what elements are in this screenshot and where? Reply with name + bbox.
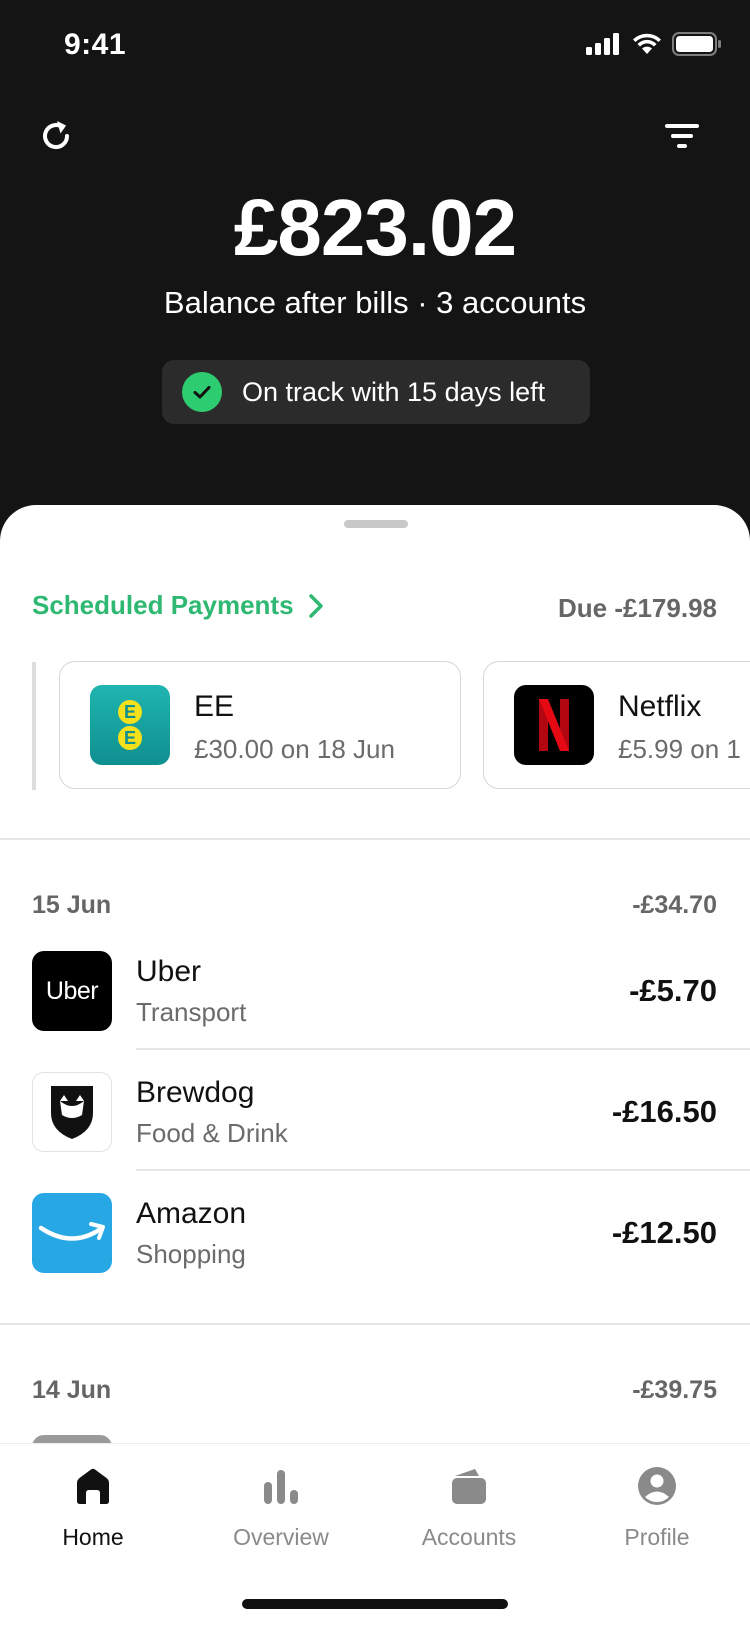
tab-overview[interactable]: Overview [191,1462,371,1551]
home-icon [77,1468,109,1504]
tab-label: Accounts [421,1524,517,1550]
row-separator [136,1169,750,1171]
sheet-drag-handle[interactable] [344,520,408,528]
card-detail: £30.00 on 18 Jun [194,734,395,764]
status-pill-text: On track with 15 days left [242,376,546,407]
status-pill: On track with 15 days left [162,360,590,424]
scheduled-card-netflix[interactable]: Netflix £5.99 on 1 [483,661,750,789]
card-name: EE [194,690,235,723]
card-name: Netflix [618,690,702,723]
transaction-row-uber[interactable]: Uber Uber Transport -£5.70 [0,951,750,1071]
battery-icon [672,32,721,56]
status-time: 9:41 [64,28,127,61]
check-circle-icon [182,372,222,412]
balance-amount: £823.02 [233,183,517,272]
tab-profile[interactable]: Profile [567,1462,747,1551]
scheduled-card-ee[interactable]: E E EE £30.00 on 18 Jun [59,661,461,789]
amazon-logo-icon [32,1193,112,1273]
filter-button[interactable] [658,112,706,160]
status-bar: 9:41 [0,0,750,90]
transaction-amount: -£12.50 [611,1215,717,1250]
home-indicator[interactable] [242,1599,508,1609]
transaction-category: Food & Drink [136,1118,288,1148]
transaction-amount: -£5.70 [629,973,717,1008]
scheduled-payments-title: Scheduled Payments [32,590,294,620]
transaction-category: Shopping [136,1239,246,1269]
chevron-right-icon [308,593,323,618]
system-icons [586,32,722,56]
transaction-row-amazon[interactable]: Amazon Shopping -£12.50 [0,1193,750,1313]
day-header-label: 14 Jun [32,1376,112,1404]
brewdog-logo-icon [32,1072,112,1152]
ee-logo-icon: E E [90,685,170,765]
card-detail: £5.99 on 1 [618,734,741,764]
tab-label: Overview [233,1524,329,1550]
section-divider [0,1323,750,1325]
profile-icon [638,1467,676,1505]
tab-bar: Home Overview Accounts Profile [0,1443,750,1625]
tab-label: Profile [624,1524,690,1550]
transaction-category: Transport [136,997,247,1027]
filter-icon [665,124,699,148]
scheduled-payments-link[interactable]: Scheduled Payments [32,590,324,621]
scheduled-due-total: Due -£179.98 [558,593,717,623]
bar-chart-icon [264,1470,298,1504]
transaction-name: Amazon [136,1197,247,1230]
signal-icon [586,33,619,55]
wallet-icon [452,1469,486,1504]
wifi-icon [633,33,661,54]
tab-accounts[interactable]: Accounts [379,1462,559,1551]
section-divider [0,838,750,840]
balance-subtitle: Balance after bills · 3 accounts [163,285,587,320]
day-header-total: -£34.70 [632,891,717,919]
refresh-icon [43,121,70,149]
day-header-total: -£39.75 [632,1376,717,1404]
netflix-logo-icon [514,685,594,765]
transaction-name: Brewdog [136,1076,255,1109]
row-separator [136,1048,750,1050]
uber-logo-icon: Uber [32,951,112,1031]
transaction-name: Uber [136,955,202,988]
tab-label: Home [62,1524,124,1550]
transaction-amount: -£16.50 [611,1094,717,1129]
transaction-row-brewdog[interactable]: Brewdog Food & Drink -£16.50 [0,1072,750,1192]
carousel-edge-line [32,662,36,790]
day-header-label: 15 Jun [32,891,112,919]
tab-home[interactable]: Home [3,1462,183,1551]
refresh-button[interactable] [32,112,80,160]
